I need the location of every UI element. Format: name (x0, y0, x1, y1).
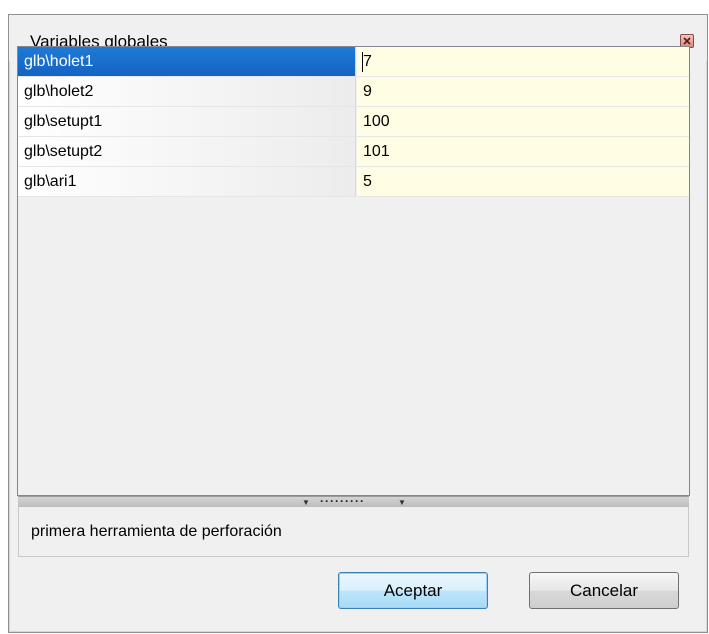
variable-value-cell[interactable]: 101 (357, 137, 689, 166)
triangle-down-icon: ▼ (398, 498, 406, 507)
triangle-down-icon: ▼ (302, 498, 310, 507)
cancel-button[interactable]: Cancelar (529, 572, 679, 609)
table-row[interactable]: glb\setupt1 100 (18, 107, 689, 137)
variable-value-cell[interactable]: 9 (357, 77, 689, 106)
close-icon (683, 37, 691, 45)
variables-grid: glb\holet1 7 glb\holet2 9 glb\setupt1 10… (17, 46, 690, 496)
variable-name-cell[interactable]: glb\setupt2 (18, 137, 356, 166)
accept-button[interactable]: Aceptar (338, 572, 488, 609)
variable-name-cell[interactable]: glb\setupt1 (18, 107, 356, 136)
description-splitter[interactable]: ▼ ········· ▼ (18, 494, 689, 508)
table-row[interactable]: glb\holet2 9 (18, 77, 689, 107)
table-row[interactable]: glb\ari1 5 (18, 167, 689, 197)
table-row[interactable]: glb\holet1 7 (18, 47, 689, 77)
variable-name-cell[interactable]: glb\ari1 (18, 167, 356, 196)
description-text: primera herramienta de perforación (31, 523, 282, 540)
variable-value-cell[interactable]: 5 (357, 167, 689, 196)
variable-name-cell[interactable]: glb\holet2 (18, 77, 356, 106)
table-row[interactable]: glb\setupt2 101 (18, 137, 689, 167)
variable-value-input[interactable]: 7 (357, 47, 689, 76)
splitter-grip: ········· (320, 494, 365, 508)
variable-name-cell[interactable]: glb\holet1 (18, 47, 356, 76)
description-panel: primera herramienta de perforación (18, 507, 689, 557)
variable-value-cell[interactable]: 100 (357, 107, 689, 136)
